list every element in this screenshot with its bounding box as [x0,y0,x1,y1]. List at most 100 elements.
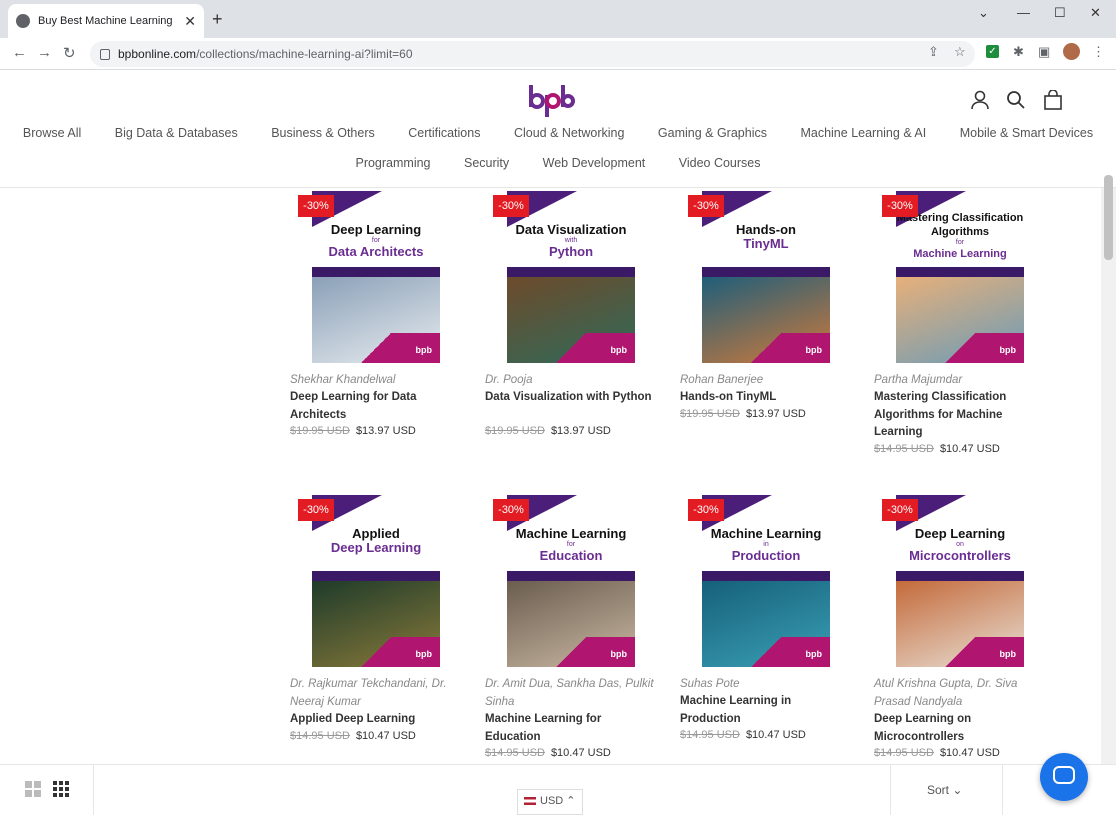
share-icon[interactable]: ⇪ [928,44,939,60]
chat-button[interactable] [1040,753,1088,801]
address-bar[interactable]: bpbonline.com/collections/machine-learni… [90,41,975,67]
nav-browse-all[interactable]: Browse All [23,126,81,140]
grid-3-view-icon[interactable] [53,781,69,797]
cover-title: Data Visualization with Python [515,222,627,259]
new-tab-button[interactable]: + [212,9,223,30]
cart-bag-icon[interactable] [1043,90,1063,110]
nav-certifications[interactable]: Certifications [408,126,480,140]
product-price: $19.95 USD $13.97 USD [680,408,806,420]
product-author[interactable]: Shekhar Khandelwal [290,371,465,389]
cover-subtitle-band [702,571,830,581]
tab-close-icon[interactable]: ✕ [184,13,196,30]
chat-bubble-icon [1053,766,1075,784]
cover-subtitle-band [312,571,440,581]
product-author[interactable]: Dr. Amit Dua, Sankha Das, Pulkit Sinha [485,675,660,711]
cover-logo: bpb [805,345,823,355]
product-card[interactable]: Data Visualization with Python bpb -30% Dr. P… [485,191,660,461]
nav-business[interactable]: Business & Others [271,126,375,140]
page-scrollbar[interactable] [1101,188,1116,764]
product-title[interactable]: Deep Learning on Microcontrollers [874,711,1049,746]
product-author[interactable]: Dr. Pooja [485,371,660,389]
bookmark-star-icon[interactable]: ☆ [954,44,966,60]
nav-web-development[interactable]: Web Development [543,156,646,170]
back-icon[interactable]: ← [12,44,27,61]
nav-video-courses[interactable]: Video Courses [679,156,761,170]
product-price: $14.95 USD $10.47 USD [874,443,1000,455]
product-title[interactable]: Machine Learning in Production [680,693,855,728]
browser-tab[interactable]: Buy Best Machine Learning & AI ✕ [8,4,204,38]
close-window-icon[interactable]: ✕ [1090,5,1101,21]
sale-price: $13.97 USD [550,425,611,437]
product-title[interactable]: Applied Deep Learning [290,711,465,729]
url-path: /collections/machine-learning-ai?limit=6… [196,47,413,61]
nav-big-data[interactable]: Big Data & Databases [115,126,238,140]
maximize-icon[interactable]: ☐ [1054,5,1066,21]
us-flag-icon [524,797,536,806]
cover-logo: bpb [415,345,433,355]
category-nav-row-2: Programming Security Web Development Vid… [0,156,1116,170]
product-card[interactable]: Applied Deep Learning bpb -30% Dr. Rajkumar … [290,495,465,765]
product-author[interactable]: Dr. Rajkumar Tekchandani, Dr. Neeraj Kum… [290,675,465,711]
product-card[interactable]: Hands-on TinyML bpb -30% Rohan Banerjee Hands… [680,191,855,461]
chevron-down-icon: ⌄ [952,783,963,797]
nav-machine-learning[interactable]: Machine Learning & AI [800,126,926,140]
product-author[interactable]: Suhas Pote [680,675,855,693]
cover-subtitle-band [507,267,635,277]
menu-icon[interactable]: ⋮ [1092,44,1105,60]
cover-title: Machine Learning for Education [515,526,627,563]
divider [93,765,94,815]
grid-2-view-icon[interactable] [25,781,41,797]
nav-security[interactable]: Security [464,156,509,170]
bpb-logo[interactable] [527,83,575,117]
reload-icon[interactable]: ↻ [63,44,76,62]
profile-avatar[interactable] [1063,43,1080,60]
discount-badge: -30% [298,195,334,217]
category-nav-row-1: Browse All Big Data & Databases Business… [0,126,1116,140]
side-panel-icon[interactable]: ▣ [1038,44,1050,60]
discount-badge: -30% [688,499,724,521]
extension-check-icon[interactable]: ✓ [986,45,999,58]
nav-programming[interactable]: Programming [355,156,430,170]
currency-selector[interactable]: USD ⌃ [517,789,583,815]
product-price: $14.95 USD $10.47 USD [680,729,806,741]
product-author[interactable]: Partha Majumdar [874,371,1049,389]
product-price: $19.95 USD $13.97 USD [290,425,416,437]
product-title[interactable]: Machine Learning for Education [485,711,660,746]
product-card[interactable]: Machine Learning in Production bpb -30% Suhas… [680,495,855,765]
product-title[interactable]: Deep Learning for Data Architects [290,389,465,424]
product-title[interactable]: Mastering Classification Algorithms for … [874,389,1049,442]
product-title[interactable]: Data Visualization with Python [485,389,660,407]
original-price: $14.95 USD [290,729,350,742]
sort-label: Sort [927,783,950,797]
tab-search-icon[interactable]: ⌄ [978,5,989,21]
product-card[interactable]: Deep Learning on Microcontrollers bpb -30% At… [874,495,1049,765]
sale-price: $10.47 USD [939,747,1000,759]
scrollbar-thumb[interactable] [1104,175,1113,260]
product-price: $14.95 USD $10.47 USD [874,747,1000,759]
nav-mobile[interactable]: Mobile & Smart Devices [960,126,1093,140]
product-author[interactable]: Atul Krishna Gupta, Dr. Siva Prasad Nand… [874,675,1049,711]
cover-title: Applied Deep Learning [330,526,422,555]
extensions-icon[interactable]: ✱ [1013,44,1024,60]
nav-gaming[interactable]: Gaming & Graphics [658,126,767,140]
account-icon[interactable] [970,90,990,110]
nav-cloud[interactable]: Cloud & Networking [514,126,624,140]
discount-badge: -30% [688,195,724,217]
search-icon[interactable] [1006,90,1026,110]
discount-badge: -30% [493,195,529,217]
minimize-icon[interactable]: — [1017,5,1030,20]
cover-title: Hands-on TinyML [736,222,796,251]
divider [1002,765,1003,815]
product-price: $19.95 USD $13.97 USD [485,425,611,437]
product-title[interactable]: Hands-on TinyML [680,389,855,407]
sort-button[interactable]: Sort ⌄ [927,783,962,797]
forward-icon[interactable]: → [37,44,52,61]
lock-icon [100,48,110,60]
original-price: $14.95 USD [680,729,740,741]
original-price: $14.95 USD [485,747,545,759]
product-card[interactable]: Deep Learning for Data Architects bpb -30% Sh… [290,191,465,461]
product-card[interactable]: Mastering Classification Algorithms for Ma… [874,191,1049,461]
bottom-toolbar: Sort ⌄ USD ⌃ [0,764,1116,815]
product-card[interactable]: Machine Learning for Education bpb -30% Dr. A… [485,495,660,765]
product-author[interactable]: Rohan Banerjee [680,371,855,389]
